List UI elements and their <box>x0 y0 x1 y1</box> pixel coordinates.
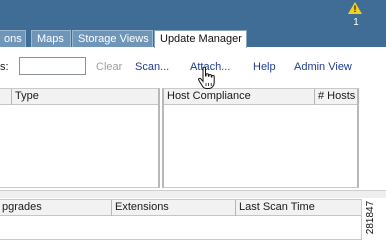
column-header-hosts[interactable]: # Hosts <box>315 89 357 105</box>
help-button[interactable]: Help <box>253 61 276 73</box>
details-table: pgrades Extensions Last Scan Time <box>0 199 362 240</box>
top-bar: ! 1 ons Maps Storage Views Update Manage… <box>0 0 386 48</box>
splitter[interactable] <box>0 190 386 198</box>
tab-storage-views[interactable]: Storage Views <box>72 30 153 47</box>
column-header-last-scan-time[interactable]: Last Scan Time <box>236 200 361 216</box>
column-header-upgrades[interactable]: pgrades <box>0 200 111 216</box>
view-tabs: ons Maps Storage Views Update Manager <box>0 30 270 48</box>
column-header-host-compliance[interactable]: Host Compliance <box>164 89 314 105</box>
scan-button[interactable]: Scan... <box>135 61 169 73</box>
tab-hosts-and-clusters[interactable]: ons <box>0 30 26 47</box>
figure-number: 281847 <box>365 200 377 235</box>
compliance-table: Host Compliance # Hosts <box>162 88 359 188</box>
search-input[interactable] <box>19 57 86 75</box>
tab-maps[interactable]: Maps <box>31 30 71 47</box>
filter-label: s: <box>0 61 9 73</box>
clear-button[interactable]: Clear <box>96 61 122 73</box>
alerts-indicator[interactable]: ! 1 <box>346 2 366 36</box>
column-header-blank <box>0 89 11 105</box>
admin-view-button[interactable]: Admin View <box>294 61 352 73</box>
column-header-type[interactable]: Type <box>12 89 158 105</box>
tab-update-manager[interactable]: Update Manager <box>154 30 247 48</box>
column-header-extensions[interactable]: Extensions <box>112 200 235 216</box>
baselines-table: Type <box>0 88 160 188</box>
alert-count: 1 <box>353 17 359 28</box>
hand-cursor-icon <box>198 66 215 89</box>
